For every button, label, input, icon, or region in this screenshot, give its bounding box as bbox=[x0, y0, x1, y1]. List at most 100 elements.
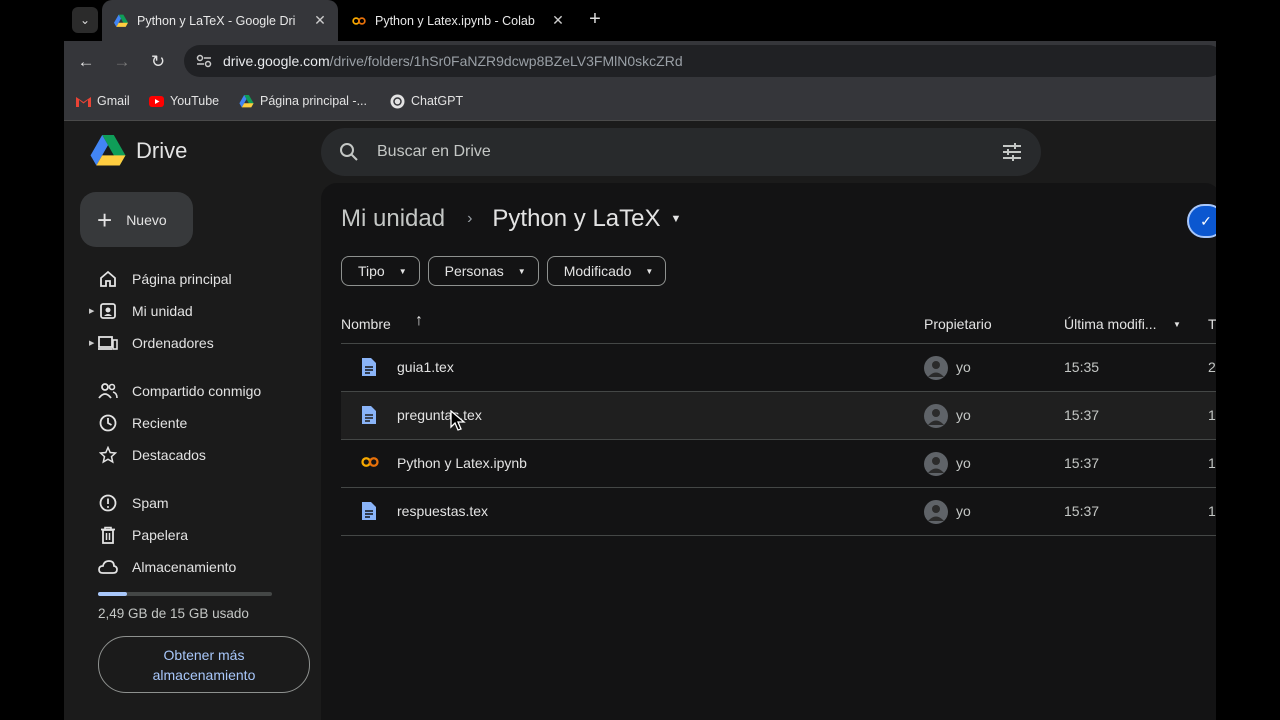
get-more-storage-button[interactable]: Obtener más almacenamiento bbox=[98, 636, 310, 693]
sidebar-item-trash[interactable]: Papelera bbox=[86, 520, 316, 550]
file-modified: 15:37 bbox=[1064, 407, 1100, 423]
colab-icon bbox=[361, 457, 379, 467]
bookmark-chatgpt[interactable]: ChatGPT bbox=[390, 92, 463, 110]
shared-icon bbox=[98, 381, 118, 401]
dropdown-arrow-icon: ▼ bbox=[517, 266, 526, 276]
search-bar[interactable]: Buscar en Drive bbox=[321, 128, 1041, 176]
list-view-check-icon[interactable]: ✓ bbox=[1187, 204, 1216, 238]
table-header: Nombre ↑ Propietario Última modifi... ▼ … bbox=[341, 309, 1216, 344]
drive-logo[interactable]: Drive bbox=[90, 135, 187, 167]
storage-progress-bar bbox=[98, 592, 272, 596]
search-input[interactable]: Buscar en Drive bbox=[377, 143, 1001, 161]
breadcrumb-current-folder[interactable]: Python y LaTeX bbox=[492, 205, 660, 233]
drive-icon bbox=[90, 135, 126, 166]
tab-title: Python y Latex.ipynb - Colab bbox=[375, 13, 535, 28]
sidebar-item-shared[interactable]: Compartido conmigo bbox=[86, 376, 316, 406]
filter-people-chip[interactable]: Personas ▼ bbox=[427, 256, 539, 286]
filter-modified-chip[interactable]: Modificado ▼ bbox=[546, 256, 667, 286]
colab-icon bbox=[352, 16, 366, 25]
chevron-right-icon: › bbox=[467, 210, 473, 227]
file-modified: 15:37 bbox=[1064, 455, 1100, 471]
file-size: 1 bbox=[1208, 503, 1216, 519]
sort-ascending-icon[interactable]: ↑ bbox=[415, 312, 423, 330]
computers-icon bbox=[98, 333, 118, 353]
tab-search-button[interactable]: ⌄ bbox=[72, 7, 98, 33]
trash-icon bbox=[98, 525, 118, 545]
site-info-icon[interactable] bbox=[194, 51, 214, 71]
file-owner: yo bbox=[956, 359, 971, 375]
youtube-icon bbox=[149, 94, 164, 109]
sidebar-item-home[interactable]: Página principal bbox=[86, 264, 316, 294]
cloud-icon bbox=[98, 557, 118, 577]
tab-google-drive[interactable]: Python y LaTeX - Google Dri ✕ bbox=[102, 0, 338, 41]
table-row[interactable]: guia1.tex yo 15:35 2 bbox=[341, 344, 1216, 392]
column-owner[interactable]: Propietario bbox=[924, 316, 992, 332]
table-row[interactable]: Python y Latex.ipynb yo 15:37 1 bbox=[341, 440, 1216, 488]
dropdown-arrow-icon: ▼ bbox=[645, 266, 654, 276]
file-name[interactable]: guia1.tex bbox=[397, 359, 454, 375]
file-name[interactable]: respuestas.tex bbox=[397, 503, 488, 519]
sidebar-item-my-drive[interactable]: ▶ Mi unidad bbox=[86, 296, 316, 326]
drive-icon bbox=[239, 94, 254, 109]
chatgpt-icon bbox=[390, 94, 405, 109]
file-size: 1 bbox=[1208, 455, 1216, 471]
tab-colab[interactable]: Python y Latex.ipynb - Colab ✕ bbox=[340, 0, 576, 41]
drive-icon bbox=[114, 14, 128, 27]
sidebar-item-recent[interactable]: Reciente bbox=[86, 408, 316, 438]
file-name[interactable]: Python y Latex.ipynb bbox=[397, 455, 527, 471]
mouse-cursor-icon bbox=[450, 410, 466, 431]
drive-app: Drive Buscar en Drive + Nuevo Página pri… bbox=[64, 121, 1216, 720]
file-size: 2 bbox=[1208, 359, 1216, 375]
owner-avatar bbox=[924, 356, 948, 380]
new-button-label: Nuevo bbox=[126, 211, 167, 228]
file-owner: yo bbox=[956, 407, 971, 423]
close-icon[interactable]: ✕ bbox=[310, 12, 330, 29]
storage-usage-text: 2,49 GB de 15 GB usado bbox=[98, 606, 249, 621]
bookmarks-bar: Gmail YouTube Página principal -... Chat… bbox=[64, 82, 1216, 121]
filter-type-chip[interactable]: Tipo ▼ bbox=[341, 256, 420, 286]
close-icon[interactable]: ✕ bbox=[548, 12, 568, 29]
clock-icon bbox=[98, 413, 118, 433]
document-icon bbox=[362, 358, 376, 376]
breadcrumb-my-drive[interactable]: Mi unidad bbox=[341, 205, 445, 233]
column-name[interactable]: Nombre bbox=[341, 316, 391, 332]
file-modified: 15:37 bbox=[1064, 503, 1100, 519]
document-icon bbox=[362, 406, 376, 424]
tab-strip: ⌄ Python y LaTeX - Google Dri ✕ Python y… bbox=[64, 0, 1216, 41]
expand-arrow-icon[interactable]: ▶ bbox=[89, 339, 94, 347]
address-bar[interactable]: drive.google.com/drive/folders/1hSr0FaNZ… bbox=[184, 45, 1216, 77]
expand-arrow-icon[interactable]: ▶ bbox=[89, 307, 94, 315]
reload-icon[interactable]: ↻ bbox=[147, 51, 169, 73]
sidebar-item-storage[interactable]: Almacenamiento bbox=[86, 552, 316, 582]
column-size[interactable]: T bbox=[1208, 316, 1216, 332]
back-icon[interactable]: ← bbox=[75, 51, 97, 73]
column-menu-caret-icon[interactable]: ▼ bbox=[1173, 320, 1181, 329]
sidebar-item-spam[interactable]: Spam bbox=[86, 488, 316, 518]
bookmark-gmail[interactable]: Gmail bbox=[76, 92, 130, 110]
app-name: Drive bbox=[136, 138, 188, 163]
new-button[interactable]: + Nuevo bbox=[80, 192, 193, 247]
forward-icon[interactable]: → bbox=[111, 51, 133, 73]
dropdown-arrow-icon: ▼ bbox=[398, 266, 407, 276]
browser-window: ⌄ Python y LaTeX - Google Dri ✕ Python y… bbox=[64, 0, 1216, 720]
search-icon[interactable] bbox=[339, 142, 359, 162]
sidebar-item-computers[interactable]: ▶ Ordenadores bbox=[86, 328, 316, 358]
new-tab-button[interactable]: + bbox=[584, 9, 606, 31]
bookmark-drive-home[interactable]: Página principal -... bbox=[239, 92, 367, 110]
column-modified[interactable]: Última modifi... bbox=[1064, 316, 1157, 332]
spam-icon bbox=[98, 493, 118, 513]
table-row[interactable]: preguntas.tex yo 15:37 1 bbox=[341, 392, 1216, 440]
table-row[interactable]: respuestas.tex yo 15:37 1 bbox=[341, 488, 1216, 536]
folder-menu-caret-icon[interactable]: ▼ bbox=[671, 213, 682, 225]
file-name[interactable]: preguntas.tex bbox=[397, 407, 482, 423]
file-modified: 15:35 bbox=[1064, 359, 1100, 375]
search-options-icon[interactable] bbox=[1001, 141, 1023, 163]
url-text: drive.google.com/drive/folders/1hSr0FaNZ… bbox=[223, 53, 683, 69]
filter-chips: Tipo ▼ Personas ▼ Modificado ▼ bbox=[341, 256, 674, 286]
my-drive-icon bbox=[98, 301, 118, 321]
sidebar-item-starred[interactable]: Destacados bbox=[86, 440, 316, 470]
home-icon bbox=[98, 269, 118, 289]
file-list-panel: Mi unidad › Python y LaTeX ▼ ✓ Tipo ▼ Per… bbox=[321, 183, 1216, 720]
plus-icon: + bbox=[97, 204, 113, 235]
bookmark-youtube[interactable]: YouTube bbox=[149, 92, 219, 110]
